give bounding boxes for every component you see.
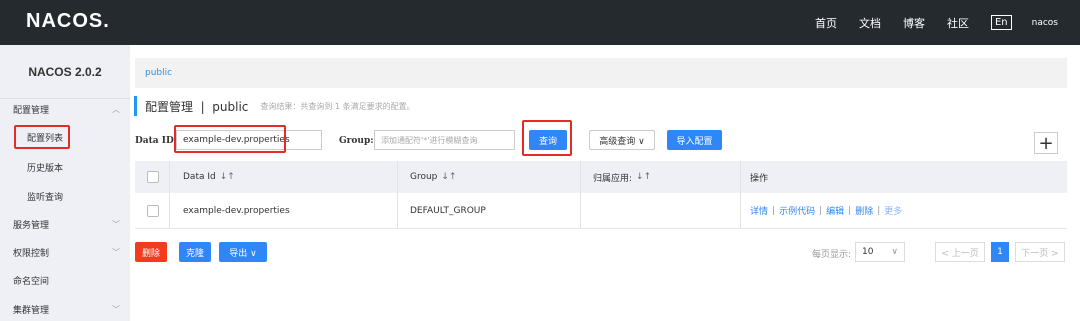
chevron-up-icon: ︿ [112,104,120,114]
main-content: public 配置管理 | public 查询结果：共查询到 1 条满足要求的配… [130,45,1080,321]
delete-button[interactable]: 删除 [135,242,167,262]
sidebar: NACOS 2.0.2 配置管理 ︿ 配置列表 历史版本 监听查询 服务管理 ﹀… [0,45,130,321]
column-header-group[interactable]: Group ↓↑ [410,161,457,193]
table-header: Data Id ↓↑ Group ↓↑ 归属应用: ↓↑ 操作 [135,161,1067,193]
details-link[interactable]: 详情 [750,204,768,217]
column-header-app[interactable]: 归属应用: ↓↑ [593,161,651,193]
highlight-box [174,125,286,153]
advanced-query-button[interactable]: 高级查询 ∨ [589,130,655,150]
row-actions: 详情 | 示例代码 | 编辑 | 删除 | 更多 [750,204,903,218]
edit-link[interactable]: 编辑 [826,204,844,217]
add-config-button[interactable]: + [1034,132,1058,154]
user-menu[interactable]: nacos [1032,18,1058,28]
page-header: 配置管理 | public 查询结果：共查询到 1 条满足要求的配置。 [134,96,415,116]
sidebar-item-cluster-management[interactable]: 集群管理 ﹀ [0,297,130,321]
chevron-down-icon: ﹀ [112,247,120,257]
page-size-label: 每页显示: [812,250,852,260]
sort-icon: ↓↑ [636,172,652,182]
sidebar-item-history[interactable]: 历史版本 [0,155,130,179]
sidebar-item-listener-query[interactable]: 监听查询 [0,184,130,208]
sidebar-item-label: 监听查询 [27,192,64,203]
sidebar-item-config-management[interactable]: 配置管理 ︿ [0,97,130,121]
sidebar-item-namespace[interactable]: 命名空间 [0,268,130,292]
version-title: NACOS 2.0.2 [0,45,130,99]
nav-home[interactable]: 首页 [815,15,837,31]
next-page-button[interactable]: 下一页 > [1015,242,1065,262]
plus-icon: + [1038,132,1054,154]
row-checkbox[interactable] [147,204,159,217]
column-header-dataid[interactable]: Data Id ↓↑ [183,161,235,193]
language-toggle[interactable]: En [990,15,1012,30]
page-1-button[interactable]: 1 [991,242,1009,262]
sidebar-item-label: 命名空间 [13,276,50,287]
sidebar-item-label: 配置管理 [13,105,50,116]
dataid-label: Data ID: [135,136,178,146]
namespace-public-link[interactable]: public [145,68,172,78]
config-table: Data Id ↓↑ Group ↓↑ 归属应用: ↓↑ 操作 example-dev… [135,161,1067,229]
sort-icon: ↓↑ [219,172,235,182]
sidebar-item-service-management[interactable]: 服务管理 ﹀ [0,212,130,236]
prev-page-button[interactable]: < 上一页 [935,242,985,262]
highlight-box [14,125,70,149]
top-navbar: NACOS. 首页 文档 博客 社区 En nacos [0,0,1080,45]
table-row: example-dev.properties DEFAULT_GROUP 详情 … [135,193,1067,229]
nacos-logo[interactable]: NACOS. [26,10,110,33]
select-all-checkbox[interactable] [147,171,159,183]
sidebar-item-access-control[interactable]: 权限控制 ﹀ [0,240,130,264]
export-button[interactable]: 导出 ∨ [219,242,267,262]
highlight-box [522,120,572,156]
more-link[interactable]: 更多 [884,204,902,217]
group-label: Group: [339,136,374,146]
top-nav-links: 首页 文档 博客 社区 En nacos [815,0,1080,45]
group-input[interactable]: 添加通配符'*'进行模糊查询 [374,130,515,150]
sidebar-item-label: 集群管理 [13,305,50,316]
row-dataid: example-dev.properties [183,205,290,216]
page-size-select[interactable]: 10 ∨ [855,242,905,262]
namespace-bar: public [135,58,1067,88]
chevron-down-icon: ∨ [891,247,898,257]
nav-community[interactable]: 社区 [947,15,969,31]
delete-link[interactable]: 删除 [855,204,873,217]
sidebar-item-label: 服务管理 [13,220,50,231]
chevron-down-icon: ﹀ [112,219,120,229]
clone-button[interactable]: 克隆 [179,242,211,262]
sample-code-link[interactable]: 示例代码 [779,204,815,217]
nav-docs[interactable]: 文档 [859,15,881,31]
sidebar-item-label: 历史版本 [27,163,64,174]
row-group: DEFAULT_GROUP [410,205,486,216]
column-header-actions: 操作 [750,173,769,184]
sidebar-item-label: 权限控制 [13,248,50,259]
query-result-text: 查询结果：共查询到 1 条满足要求的配置。 [260,101,415,111]
sort-icon: ↓↑ [441,172,457,182]
import-config-button[interactable]: 导入配置 [667,130,722,150]
chevron-down-icon: ﹀ [112,304,120,314]
page-title: 配置管理 | public [145,99,249,114]
nav-blog[interactable]: 博客 [903,15,925,31]
